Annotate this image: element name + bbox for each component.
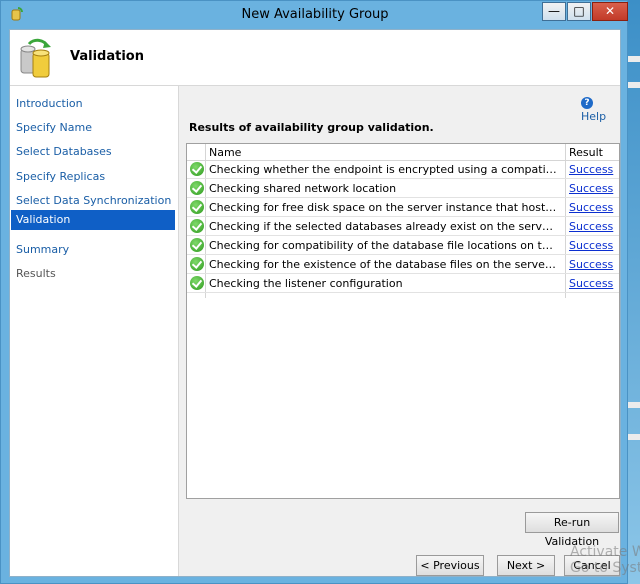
next-button[interactable]: Next > [497, 555, 555, 576]
table-row[interactable]: Checking for compatibility of the databa… [187, 236, 619, 255]
success-check-icon [190, 200, 204, 214]
check-name: Checking for free disk space on the serv… [209, 201, 559, 214]
success-check-icon [190, 162, 204, 176]
table-row[interactable]: Checking the listener configuration Succ… [187, 274, 619, 293]
nav-item-validation[interactable]: Validation [11, 210, 175, 230]
success-check-icon [190, 238, 204, 252]
column-header-result[interactable]: Result [569, 146, 603, 159]
help-icon: ? [581, 97, 593, 109]
result-link[interactable]: Success [569, 277, 613, 290]
results-grid[interactable]: Name Result Checking whether the endpoin… [186, 143, 620, 499]
grid-header: Name Result [187, 144, 619, 161]
nav-item-specify-name[interactable]: Specify Name [11, 118, 175, 138]
page-title: Validation [70, 49, 144, 64]
title-bar[interactable]: New Availability Group — □ ✕ [1, 1, 629, 29]
table-row[interactable]: Checking shared network location Success [187, 179, 619, 198]
result-link[interactable]: Success [569, 239, 613, 252]
result-link[interactable]: Success [569, 182, 613, 195]
help-link[interactable]: ?Help [581, 92, 620, 123]
help-label: Help [581, 110, 607, 123]
minimize-button[interactable]: — [542, 2, 566, 21]
wizard-header: Validation [10, 30, 620, 86]
success-check-icon [190, 181, 204, 195]
nav-item-introduction[interactable]: Introduction [11, 94, 175, 114]
wizard-nav: Introduction Specify Name Select Databas… [10, 86, 179, 576]
maximize-button[interactable]: □ [567, 2, 591, 21]
nav-item-select-data-synchronization[interactable]: Select Data Synchronization [11, 191, 175, 211]
table-row[interactable]: Checking for free disk space on the serv… [187, 198, 619, 217]
database-sync-icon [20, 38, 51, 78]
result-link[interactable]: Success [569, 201, 613, 214]
nav-item-specify-replicas[interactable]: Specify Replicas [11, 167, 175, 187]
nav-item-select-databases[interactable]: Select Databases [11, 142, 175, 162]
result-link[interactable]: Success [569, 220, 613, 233]
watermark-line-1: Activate W [570, 544, 640, 560]
close-button[interactable]: ✕ [592, 2, 628, 21]
result-link[interactable]: Success [569, 258, 613, 271]
check-name: Checking for compatibility of the databa… [209, 239, 559, 252]
check-name: Checking if the selected databases alrea… [209, 220, 559, 233]
watermark-line-2: Go to Syste [570, 560, 640, 576]
table-row[interactable]: Checking for the existence of the databa… [187, 255, 619, 274]
result-link[interactable]: Success [569, 163, 613, 176]
table-row[interactable]: Checking if the selected databases alrea… [187, 217, 619, 236]
rerun-validation-button[interactable]: Re-run Validation [525, 512, 619, 548]
success-check-icon [190, 276, 204, 290]
table-row[interactable]: Checking whether the endpoint is encrypt… [187, 160, 619, 179]
check-name: Checking shared network location [209, 182, 397, 195]
column-header-name[interactable]: Name [209, 146, 241, 159]
success-check-icon [190, 219, 204, 233]
check-name: Checking for the existence of the databa… [209, 258, 559, 271]
previous-button[interactable]: < Previous [416, 555, 484, 576]
wizard-window: New Availability Group — □ ✕ Validation … [0, 0, 628, 584]
nav-item-summary[interactable]: Summary [11, 240, 175, 260]
activation-watermark: Activate W Go to Syste [570, 544, 640, 576]
success-check-icon [190, 257, 204, 271]
check-name: Checking the listener configuration [209, 277, 403, 290]
desktop-background [628, 0, 640, 584]
check-name: Checking whether the endpoint is encrypt… [209, 163, 559, 176]
results-heading: Results of availability group validation… [189, 121, 434, 134]
window-title: New Availability Group [241, 7, 389, 22]
wizard-client-area: Validation Introduction Specify Name Sel… [9, 29, 621, 577]
nav-item-results: Results [16, 267, 56, 280]
